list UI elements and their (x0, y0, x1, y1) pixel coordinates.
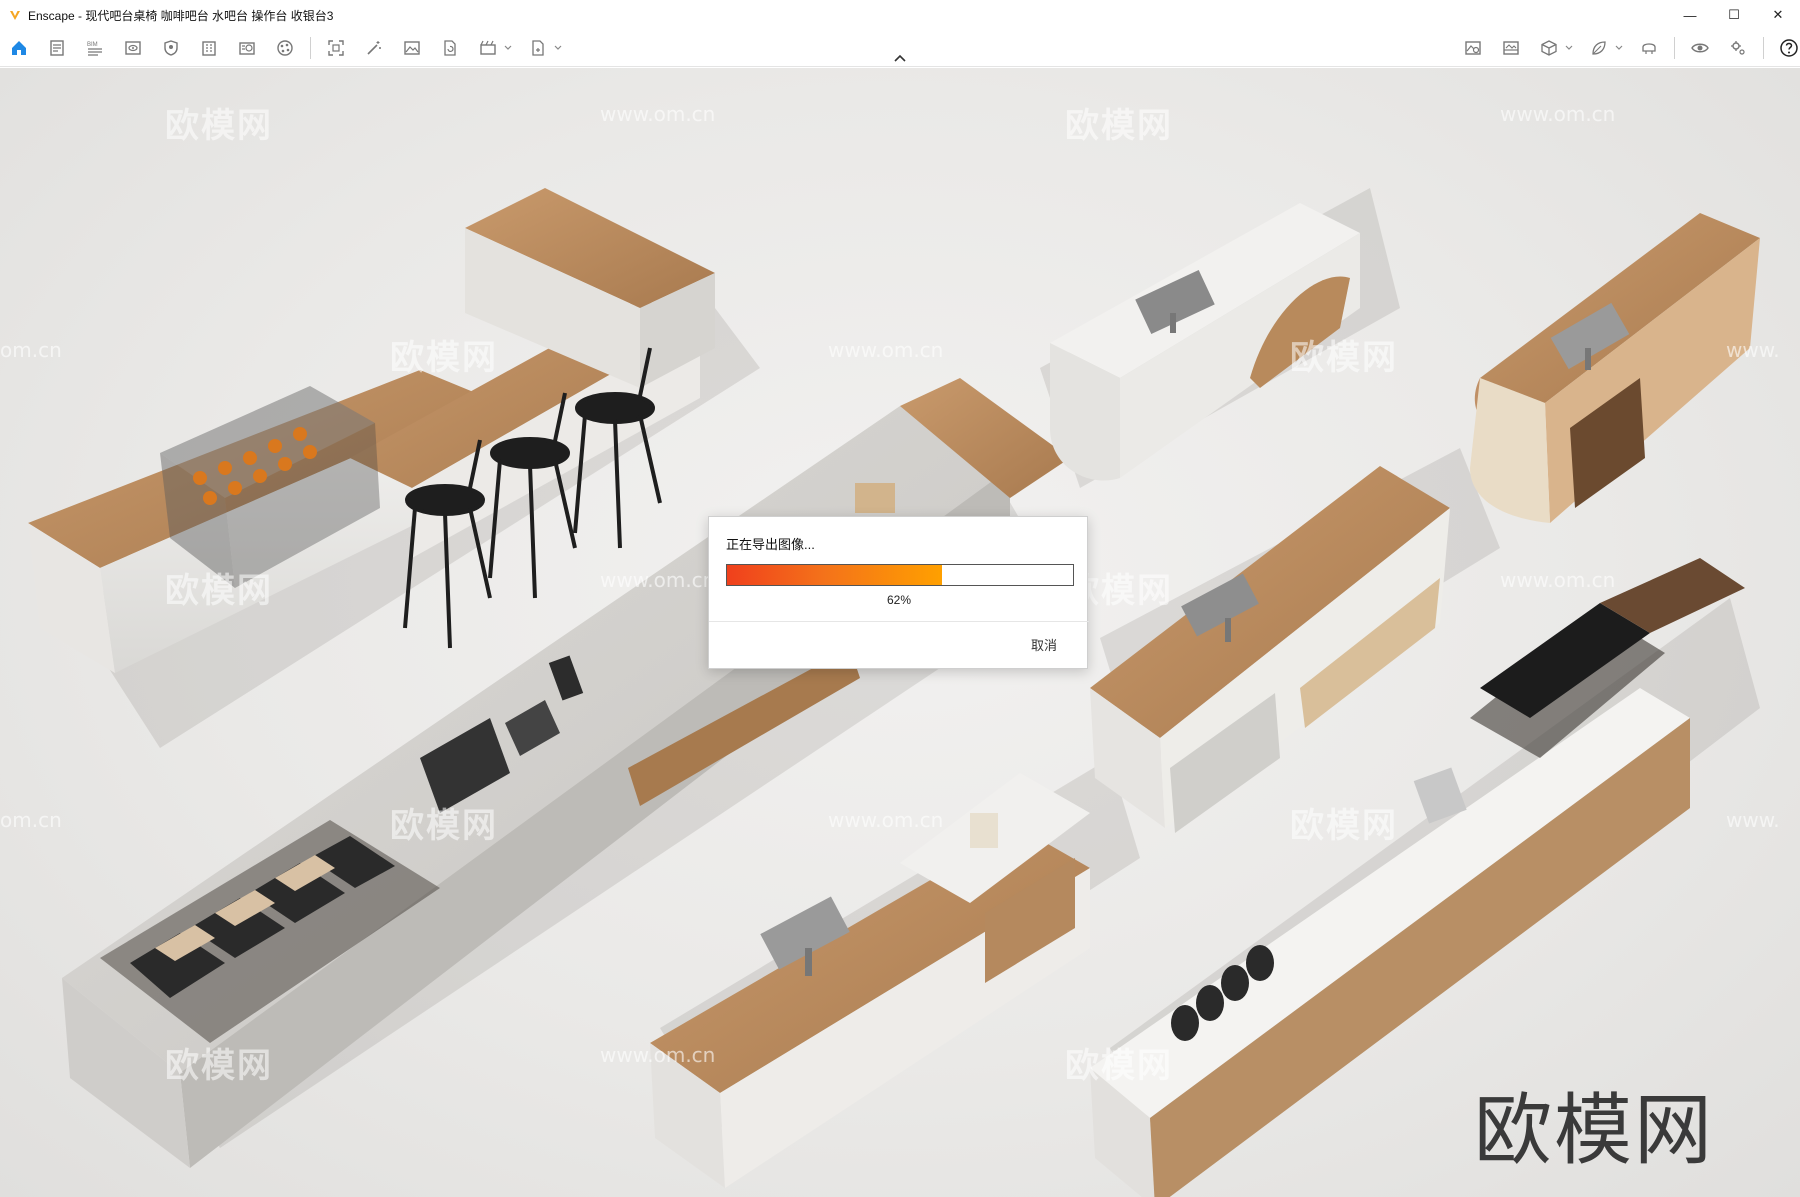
leaf-button[interactable] (1586, 35, 1612, 61)
leaf-icon (1592, 41, 1606, 55)
chevron-down-icon (1615, 45, 1623, 50)
home-icon (12, 41, 26, 55)
chevron-down-icon (554, 45, 562, 50)
watermark-url: www.om.cn (600, 1043, 716, 1067)
collapse-toolbar-button[interactable] (890, 54, 910, 66)
refresh-button[interactable] (437, 35, 463, 61)
watermark-brand: 欧模网 (165, 571, 273, 611)
gallery-icon (1503, 41, 1519, 55)
view-icon (125, 41, 141, 55)
map-button[interactable] (1460, 35, 1486, 61)
watermark-url: www.om.cn (600, 102, 716, 126)
watermark-brand: 欧模网 (165, 106, 273, 146)
watermark-url-prefix: www. (1726, 338, 1780, 362)
watermark-brand: 欧模网 (1290, 806, 1398, 846)
eye-button[interactable] (1687, 35, 1713, 61)
export-button[interactable] (525, 35, 551, 61)
document-icon (50, 40, 64, 56)
cube-dropdown[interactable] (1564, 35, 1574, 61)
watermark-url: www.om.cn (828, 338, 944, 362)
svg-text:BIM: BIM (87, 42, 98, 48)
home-button[interactable] (6, 35, 32, 61)
toolbar-left: BIM (6, 35, 575, 61)
brand-logo-text: 欧模网 (1474, 1086, 1715, 1176)
document-button[interactable] (44, 35, 70, 61)
toolbar-right (1460, 35, 1800, 61)
video-button[interactable] (475, 35, 501, 61)
minimize-button[interactable]: — (1668, 0, 1712, 30)
watermark-url: www.om.cn (828, 808, 944, 832)
export-icon (532, 40, 544, 56)
refresh-icon (444, 40, 456, 56)
image-icon (404, 41, 420, 55)
magic-wand-button[interactable] (361, 35, 387, 61)
toolbar-separator (1763, 37, 1764, 59)
map-icon (1465, 41, 1481, 55)
cube-button[interactable] (1536, 35, 1562, 61)
cancel-button[interactable]: 取消 (1031, 635, 1057, 654)
chevron-down-icon (504, 45, 512, 50)
asset-library-icon (239, 42, 255, 55)
screenshot-icon (328, 40, 344, 56)
progress-percent-label: 62% (886, 593, 912, 607)
progress-bar (726, 564, 1074, 586)
watermark-brand: 欧模网 (165, 1046, 273, 1086)
dialog-title: 正在导出图像... (726, 537, 815, 552)
eye-icon (1691, 43, 1709, 53)
close-button[interactable]: ✕ (1756, 0, 1800, 30)
building-button[interactable] (196, 35, 222, 61)
settings-button[interactable] (1725, 35, 1751, 61)
progress-bar-fill (727, 565, 942, 585)
image-button[interactable] (399, 35, 425, 61)
help-icon (1780, 39, 1798, 57)
view-button[interactable] (120, 35, 146, 61)
watermark-brand: 欧模网 (1065, 106, 1173, 146)
shield-icon (164, 40, 178, 56)
shield-button[interactable] (158, 35, 184, 61)
watermark-brand: 欧模网 (1290, 338, 1398, 378)
watermark-brand: 欧模网 (390, 806, 498, 846)
title-bar: Enscape - 现代吧台桌椅 咖啡吧台 水吧台 操作台 收银台3 — ☐ ✕ (0, 0, 1800, 30)
white-counter-with-shelves (650, 773, 1090, 1188)
building-icon (202, 41, 216, 56)
rounded-wood-cabinet (1470, 213, 1760, 523)
video-dropdown[interactable] (503, 35, 513, 61)
vr-headset-button[interactable] (1636, 35, 1662, 61)
toolbar-separator (310, 37, 311, 59)
window-controls: — ☐ ✕ (1668, 0, 1800, 30)
video-icon (480, 40, 496, 55)
magic-wand-icon (367, 41, 381, 55)
materials-button[interactable] (272, 35, 298, 61)
bim-icon: BIM (87, 42, 102, 56)
watermark-url: www.om.cn (1500, 568, 1616, 592)
settings-icon (1731, 41, 1745, 55)
watermark-brand: 欧模网 (1065, 1046, 1173, 1086)
wood-top-white-counter (1090, 466, 1450, 833)
bim-button[interactable]: BIM (82, 35, 108, 61)
toolbar-separator (1674, 37, 1675, 59)
leaf-dropdown[interactable] (1614, 35, 1624, 61)
enscape-logo-icon (10, 11, 20, 20)
watermark-url-short: om.cn (0, 338, 62, 362)
dialog-divider (709, 621, 1089, 622)
vr-headset-icon (1642, 43, 1656, 54)
export-dropdown[interactable] (553, 35, 563, 61)
chevron-down-icon (1565, 45, 1573, 50)
export-progress-dialog: 正在导出图像... 62% 取消 (708, 516, 1089, 669)
maximize-button[interactable]: ☐ (1712, 0, 1756, 30)
help-button[interactable] (1776, 35, 1800, 61)
screenshot-button[interactable] (323, 35, 349, 61)
gallery-button[interactable] (1498, 35, 1524, 61)
asset-library-button[interactable] (234, 35, 260, 61)
chevron-up-icon (894, 54, 906, 62)
materials-icon (277, 40, 293, 56)
watermark-url-prefix: www. (1726, 808, 1780, 832)
watermark-url-short: om.cn (0, 808, 62, 832)
watermark-url: www.om.cn (1500, 102, 1616, 126)
watermark-url: www.om.cn (600, 568, 716, 592)
cube-icon (1541, 40, 1557, 56)
window-title: Enscape - 现代吧台桌椅 咖啡吧台 水吧台 操作台 收银台3 (28, 8, 334, 23)
watermark-brand: 欧模网 (390, 338, 498, 378)
